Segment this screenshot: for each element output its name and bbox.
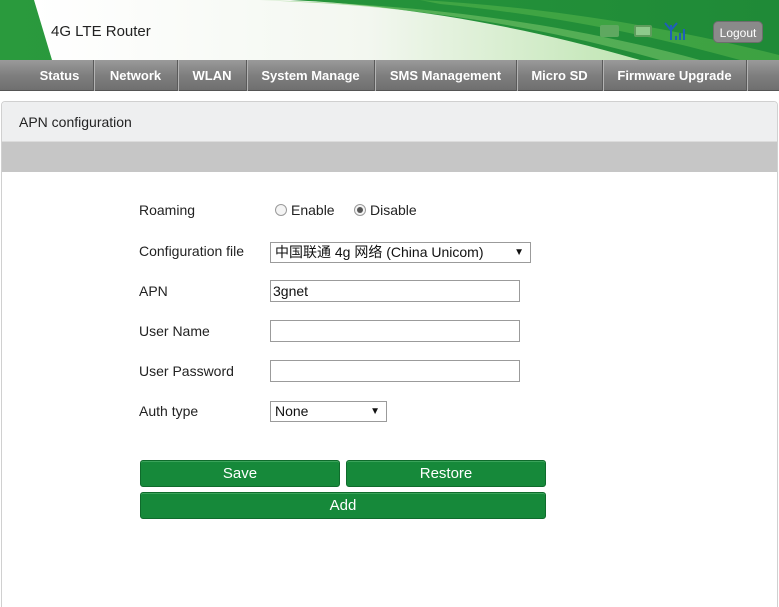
panel-title: APN configuration <box>2 102 777 142</box>
roaming-enable-label: Enable <box>291 202 335 218</box>
nav-item-sms-management[interactable]: SMS Management <box>375 60 517 91</box>
apn-label: APN <box>139 283 168 299</box>
apn-input[interactable]: 3gnet <box>270 280 520 302</box>
user-name-label: User Name <box>139 323 210 339</box>
battery-icon <box>634 25 652 37</box>
nav-item-micro-sd[interactable]: Micro SD <box>517 60 603 91</box>
config-file-select[interactable]: 中国联通 4g 网络 (China Unicom) ▼ <box>270 242 531 263</box>
nav-item-status[interactable]: Status <box>26 60 94 91</box>
roaming-label: Roaming <box>139 202 196 218</box>
chevron-down-icon: ▼ <box>514 247 524 258</box>
save-button[interactable]: Save <box>140 460 340 487</box>
header: 4G LTE Router Logout <box>0 0 779 60</box>
panel-bar <box>2 142 777 172</box>
brand-title: 4G LTE Router <box>51 23 151 40</box>
restore-button[interactable]: Restore <box>346 460 546 487</box>
sim-icon <box>600 25 619 37</box>
nav-item-firmware-upgrade[interactable]: Firmware Upgrade <box>603 60 747 91</box>
auth-type-select[interactable]: None ▼ <box>270 401 387 422</box>
roaming-disable-radio[interactable] <box>354 204 366 216</box>
config-file-value: 中国联通 4g 网络 (China Unicom) <box>275 244 484 260</box>
main-nav: Status Network WLAN System Manage SMS Ma… <box>0 60 779 91</box>
apn-panel: APN configuration <box>1 101 778 607</box>
router-page: 4G LTE Router Logout Status Network WLAN… <box>0 0 779 607</box>
user-password-label: User Password <box>139 363 234 379</box>
add-button[interactable]: Add <box>140 492 546 519</box>
signal-icon <box>664 22 685 40</box>
nav-item-network[interactable]: Network <box>94 60 178 91</box>
config-file-label: Configuration file <box>139 243 245 259</box>
auth-type-label: Auth type <box>139 403 199 419</box>
logout-button[interactable]: Logout <box>713 21 763 43</box>
user-name-input[interactable] <box>270 320 520 342</box>
nav-item-wlan[interactable]: WLAN <box>178 60 247 91</box>
auth-type-value: None <box>275 403 309 419</box>
roaming-enable-radio[interactable] <box>275 204 287 216</box>
roaming-disable-label: Disable <box>370 202 417 218</box>
nav-item-system-manage[interactable]: System Manage <box>247 60 375 91</box>
user-password-input[interactable] <box>270 360 520 382</box>
chevron-down-icon: ▼ <box>370 406 380 417</box>
